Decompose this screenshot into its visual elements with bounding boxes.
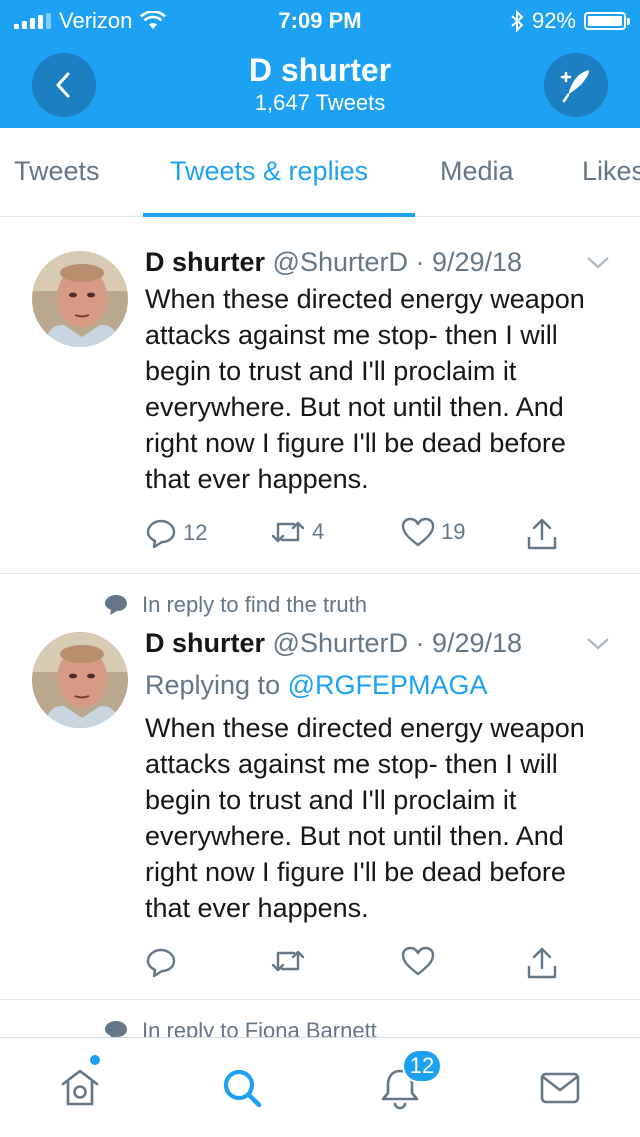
reply-context-text[interactable]: In reply to Fiona Barnett [142, 1018, 377, 1037]
avatar[interactable] [32, 251, 128, 347]
share-icon [527, 518, 557, 550]
reply-context: In reply to find the truth [104, 592, 367, 618]
reply-context-text[interactable]: In reply to find the truth [142, 592, 367, 618]
reply-count: 12 [183, 520, 208, 545]
tab-media[interactable]: Media [440, 156, 514, 187]
reply-icon [146, 519, 176, 549]
tab-home[interactable] [58, 1066, 102, 1115]
retweet-icon [271, 521, 305, 543]
tweet-feed[interactable]: D shurter @ShurterD · 9/29/18 When these… [0, 217, 640, 1037]
reply-bubble-icon [105, 595, 127, 615]
tab-tweets-and-replies[interactable]: Tweets & replies [170, 156, 368, 187]
messages-icon [540, 1072, 580, 1104]
handle-and-date: @ShurterD · 9/29/18 [272, 247, 523, 277]
reply-button[interactable]: 12 [145, 517, 207, 549]
profile-tabs: Tweets Tweets & replies Media Likes [0, 128, 640, 217]
like-button[interactable] [401, 946, 435, 976]
notifications-badge: 12 [402, 1049, 442, 1083]
status-bar: Verizon 7:09 PM 92% [0, 6, 640, 36]
like-button[interactable]: 19 [401, 517, 465, 547]
search-icon [223, 1069, 262, 1108]
status-right: 92% [510, 8, 630, 34]
handle-and-date: @ShurterD · 9/29/18 [272, 628, 523, 658]
bottom-tab-bar [0, 1037, 640, 1137]
tab-search[interactable] [220, 1066, 264, 1115]
avatar[interactable] [32, 632, 128, 728]
author-name[interactable]: D shurter [145, 247, 265, 277]
home-icon [61, 1069, 99, 1106]
chevron-down-icon[interactable] [586, 636, 610, 652]
tweet-text: When these directed energy weapon attack… [145, 713, 585, 923]
tweet-actions: 12 4 19 [145, 517, 595, 557]
tab-tweets[interactable]: Tweets [14, 156, 100, 187]
battery-percent: 92% [531, 8, 576, 33]
retweet-count: 4 [312, 519, 325, 544]
home-new-content-dot [90, 1055, 100, 1065]
tweet[interactable]: In reply to find the truth D shurter @Sh… [0, 574, 640, 999]
tweet[interactable]: In reply to Fiona Barnett [0, 1000, 640, 1037]
chevron-down-icon[interactable] [586, 255, 610, 271]
bluetooth-icon [511, 10, 524, 32]
profile-header: Verizon 7:09 PM 92% D shurter 1,647 Twee… [0, 0, 640, 128]
tab-likes[interactable]: Likes [582, 156, 640, 187]
heart-icon [401, 946, 435, 976]
retweet-button[interactable]: 4 [270, 517, 324, 547]
reply-bubble-icon [105, 1021, 127, 1037]
tweet-header: D shurter @ShurterD · 9/29/18 [145, 247, 522, 278]
tweet-text: When these directed energy weapon attack… [145, 284, 585, 494]
reply-icon [146, 948, 176, 978]
replying-prefix: Replying to [145, 670, 281, 700]
tab-messages[interactable] [538, 1066, 582, 1115]
retweet-button[interactable] [270, 946, 306, 976]
compose-tweet-button[interactable] [544, 53, 608, 117]
share-button[interactable] [525, 946, 559, 980]
compose-feather-icon [560, 70, 589, 103]
tweet-actions [145, 946, 595, 986]
tweet[interactable]: D shurter @ShurterD · 9/29/18 When these… [0, 217, 640, 573]
share-icon [527, 947, 557, 979]
reply-context: In reply to Fiona Barnett [104, 1018, 377, 1037]
share-button[interactable] [525, 517, 559, 551]
retweet-icon [271, 950, 305, 972]
tweet-count: 1,647 Tweets [254, 90, 386, 115]
heart-icon [401, 517, 435, 547]
author-name[interactable]: D shurter [145, 628, 265, 658]
battery-icon [584, 12, 630, 30]
replying-handle-link[interactable]: @RGFEPMAGA [288, 670, 488, 700]
reply-button[interactable] [145, 946, 177, 978]
like-count: 19 [441, 519, 466, 544]
replying-to: Replying to @RGFEPMAGA [145, 670, 488, 701]
tweet-header: D shurter @ShurterD · 9/29/18 [145, 628, 522, 659]
